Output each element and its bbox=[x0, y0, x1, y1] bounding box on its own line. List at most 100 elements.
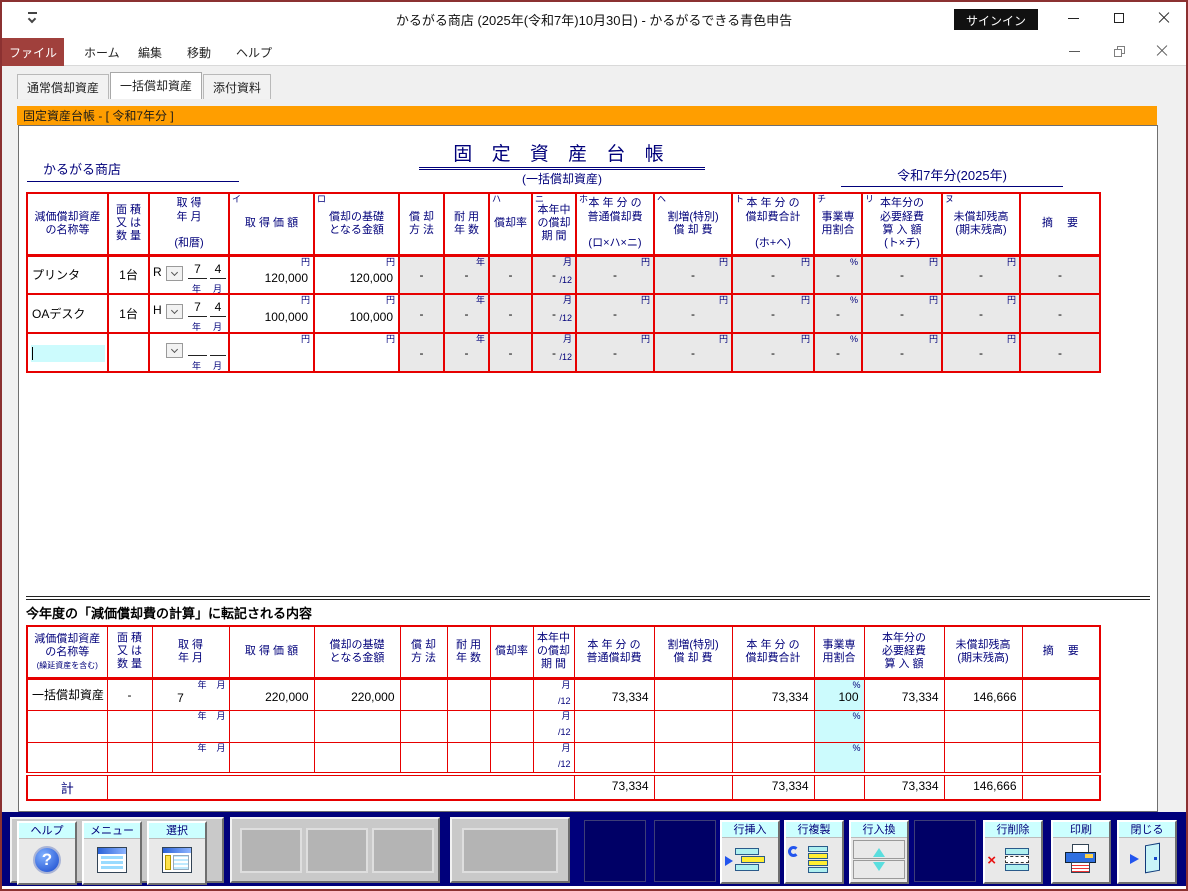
print-button[interactable]: 印刷 bbox=[1051, 820, 1111, 884]
depreciation-total-cell bbox=[732, 742, 814, 774]
era-dropdown[interactable] bbox=[166, 343, 183, 358]
acquisition-cost-cell[interactable]: 円100,000 bbox=[229, 294, 314, 333]
tab-attachments[interactable]: 添付資料 bbox=[203, 74, 271, 99]
ordinary-depreciation-total-cell: 73,334 bbox=[574, 774, 654, 800]
period-cell: 月-/12 bbox=[532, 255, 576, 294]
acquisition-cost-cell: 220,000 bbox=[229, 678, 314, 710]
maximize-icon[interactable] bbox=[1096, 2, 1141, 34]
acquisition-cost-cell[interactable]: 円120,000 bbox=[229, 255, 314, 294]
row-up-icon[interactable] bbox=[853, 840, 905, 859]
depreciation-base-cell[interactable]: 円 bbox=[314, 333, 399, 372]
menu-home[interactable]: ホーム bbox=[78, 38, 126, 66]
remarks-cell: - bbox=[1020, 294, 1100, 333]
door-exit-icon bbox=[1119, 838, 1175, 880]
depreciation-base-cell bbox=[314, 742, 400, 774]
row-delete-button[interactable]: 行削除 bbox=[983, 820, 1043, 884]
asset-name-cell[interactable]: OAデスク bbox=[27, 294, 108, 333]
asset-table-header-row: 減価償却資産 の名称等 面 積 又 は 数 量 取 得 年 月 (和暦) イ取 … bbox=[27, 193, 1100, 255]
col-header-method: 償 却 方 法 bbox=[400, 626, 447, 678]
select-icon bbox=[162, 847, 192, 873]
undepreciated-balance-total-cell: 146,666 bbox=[944, 774, 1022, 800]
fiscal-year-label: 令和7年分(2025年) bbox=[841, 165, 1063, 187]
row-insert-button[interactable]: 行挿入 bbox=[720, 820, 780, 884]
child-restore-icon[interactable] bbox=[1099, 39, 1139, 63]
special-depreciation-cell: 円- bbox=[654, 333, 732, 372]
expense-amount-total-cell: 73,334 bbox=[864, 774, 944, 800]
expense-amount-cell: 円- bbox=[862, 294, 942, 333]
remarks-cell bbox=[1022, 710, 1100, 742]
ordinary-depreciation-cell: 円- bbox=[576, 255, 654, 294]
quantity-cell[interactable]: 1台 bbox=[108, 255, 149, 294]
business-ratio-cell: %- bbox=[814, 294, 862, 333]
child-minimize-icon[interactable] bbox=[1054, 39, 1094, 63]
expense-amount-cell: 円- bbox=[862, 255, 942, 294]
acquisition-cost-cell bbox=[229, 742, 314, 774]
total-label-cell: 計 bbox=[27, 774, 107, 800]
menu-button[interactable]: メニュー bbox=[82, 821, 142, 885]
toolbar-slot bbox=[584, 820, 646, 882]
menu-edit[interactable]: 編集 bbox=[132, 38, 168, 66]
status-bar bbox=[2, 886, 1186, 891]
menu-file[interactable]: ファイル bbox=[2, 38, 64, 66]
help-button[interactable]: ヘルプ bbox=[17, 821, 77, 885]
method-cell bbox=[400, 710, 447, 742]
acquisition-date-cell[interactable]: H 74 年月 bbox=[149, 294, 229, 333]
quantity-cell[interactable]: 1台 bbox=[108, 294, 149, 333]
special-depreciation-cell: 円- bbox=[654, 294, 732, 333]
col-header-expense-amount: リ本年分の 必要経費 算 入 額 (ト×チ) bbox=[862, 193, 942, 255]
signin-button[interactable]: サインイン bbox=[954, 9, 1038, 30]
business-ratio-cell[interactable]: %100 bbox=[814, 678, 864, 710]
child-close-icon[interactable] bbox=[1142, 39, 1182, 63]
depreciation-base-cell[interactable]: 円120,000 bbox=[314, 255, 399, 294]
period-cell: 月-/12 bbox=[532, 294, 576, 333]
menu-move[interactable]: 移動 bbox=[181, 38, 217, 66]
acquisition-cost-cell[interactable]: 円 bbox=[229, 333, 314, 372]
era-dropdown[interactable] bbox=[166, 266, 183, 281]
acquisition-date-cell[interactable]: 年月 bbox=[149, 333, 229, 372]
col-header-ordinary-depreciation: ホ本 年 分 の 普通償却費 (ロ×ハ×ニ) bbox=[576, 193, 654, 255]
acquisition-date-cell[interactable]: R 74 年月 bbox=[149, 255, 229, 294]
tab-normal-depreciation-assets[interactable]: 通常償却資産 bbox=[17, 74, 109, 99]
business-ratio-cell[interactable]: % bbox=[814, 710, 864, 742]
tab-lump-sum-depreciation-assets[interactable]: 一括償却資産 bbox=[110, 72, 202, 99]
close-form-button[interactable]: 閉じる bbox=[1117, 820, 1177, 884]
row-down-icon[interactable] bbox=[853, 860, 905, 879]
undepreciated-balance-cell: 円- bbox=[942, 294, 1020, 333]
undepreciated-balance-cell bbox=[944, 742, 1022, 774]
menu-help[interactable]: ヘルプ bbox=[230, 38, 278, 66]
minimize-icon[interactable] bbox=[1051, 2, 1096, 34]
summary-header-row: 減価償却資産 の名称等(繰延資産を含む) 面 積 又 は 数 量 取 得 年 月… bbox=[27, 626, 1100, 678]
rate-cell: - bbox=[489, 255, 532, 294]
col-header-undepreciated-balance: ヌ未償却残高 (期末残高) bbox=[942, 193, 1020, 255]
toolbar-group-empty-2 bbox=[450, 817, 570, 883]
era-dropdown[interactable] bbox=[166, 304, 183, 319]
asset-row-2: OAデスク 1台 H 74 年月 円100,000 円100,000 - 年- … bbox=[27, 294, 1100, 333]
acquisition-date-cell: 年月 bbox=[152, 742, 229, 774]
asset-name-cell[interactable]: プリンタ bbox=[27, 255, 108, 294]
depreciation-base-cell[interactable]: 円100,000 bbox=[314, 294, 399, 333]
asset-name-input[interactable] bbox=[31, 345, 105, 362]
special-depreciation-cell bbox=[654, 710, 732, 742]
useful-life-cell: 年- bbox=[444, 255, 489, 294]
ledger-title: 固 定 資 産 台 帳 bbox=[419, 139, 705, 170]
acquisition-date-cell: 年月 bbox=[152, 710, 229, 742]
asset-name-cell[interactable] bbox=[27, 333, 108, 372]
period-cell: 月/12 bbox=[533, 742, 574, 774]
col-header-business-ratio: チ事業専 用割合 bbox=[814, 193, 862, 255]
company-name: かるがる商店 bbox=[27, 159, 239, 182]
quantity-cell[interactable] bbox=[108, 333, 149, 372]
select-button[interactable]: 選択 bbox=[147, 821, 207, 885]
col-header-useful-life: 耐 用 年 数 bbox=[447, 626, 490, 678]
text-caret bbox=[32, 347, 33, 360]
col-header-period: ニ本年中 の償却 期 間 bbox=[532, 193, 576, 255]
method-cell: - bbox=[399, 255, 444, 294]
business-ratio-cell[interactable]: % bbox=[814, 742, 864, 774]
row-duplicate-button[interactable]: 行複製 bbox=[784, 820, 844, 884]
row-swap-button[interactable]: 行入換 bbox=[849, 820, 909, 884]
depreciation-total-cell: 円- bbox=[732, 294, 814, 333]
col-header-rate: 償却率 bbox=[490, 626, 533, 678]
asset-row-empty: 年月 円 円 - 年- - 月-/12 円- 円- 円- %- 円- 円- - bbox=[27, 333, 1100, 372]
close-icon[interactable] bbox=[1141, 2, 1186, 34]
quantity-cell: - bbox=[107, 678, 152, 710]
period-cell: 月-/12 bbox=[532, 333, 576, 372]
